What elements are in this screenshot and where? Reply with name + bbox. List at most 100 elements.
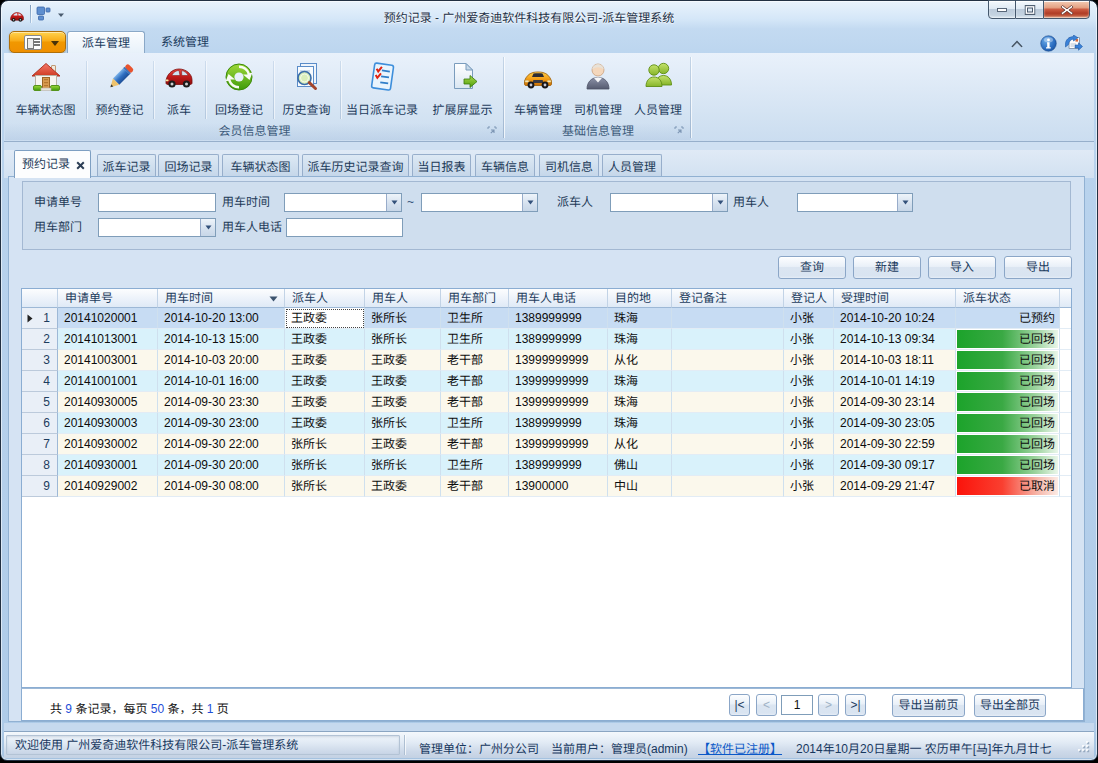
cell-destination[interactable]: 珠海 [608, 392, 672, 413]
column-header-phone[interactable]: 用车人电话 [509, 289, 608, 308]
ribbon-item-orange-car[interactable]: 车辆管理 [508, 59, 568, 125]
cell-registrar[interactable]: 小张 [784, 413, 834, 434]
page-first-button[interactable]: |< [729, 694, 750, 716]
doc-tab-0[interactable]: 预约记录 [14, 150, 91, 178]
cell-car_user[interactable]: 王政委 [365, 392, 441, 413]
cell-phone[interactable]: 13900000 [509, 476, 608, 497]
cell-request_no[interactable]: 20140930005 [58, 392, 158, 413]
page-next-button[interactable]: > [818, 694, 839, 716]
column-header-use_time[interactable]: 用车时间 [158, 289, 285, 308]
cell-status[interactable]: 已回场 [956, 371, 1060, 392]
column-header-accept_time[interactable]: 受理时间 [834, 289, 956, 308]
ribbon-item-recycle[interactable]: 回场登记 [205, 59, 273, 125]
cell-use_time[interactable]: 2014-09-30 23:30 [158, 392, 285, 413]
column-header-dispatcher[interactable]: 派车人 [285, 289, 365, 308]
cell-department[interactable]: 老干部 [441, 434, 509, 455]
dropdown-button[interactable] [386, 194, 401, 211]
cell-phone[interactable]: 1389999999 [509, 413, 608, 434]
request-no-input[interactable] [98, 193, 216, 212]
table-row[interactable]: 8 20140930001 2014-09-30 20:00 张所长 张所长 卫… [22, 455, 1071, 476]
column-header-request_no[interactable]: 申请单号 [58, 289, 158, 308]
cell-department[interactable]: 老干部 [441, 392, 509, 413]
cell-remark[interactable] [672, 329, 784, 350]
cell-request_no[interactable]: 20140930002 [58, 434, 158, 455]
tab-close-button[interactable] [76, 161, 85, 170]
ribbon-item-doc-search[interactable]: 历史查询 [273, 59, 340, 125]
cell-use_time[interactable]: 2014-09-30 23:00 [158, 413, 285, 434]
ribbon-tab-1[interactable]: 系统管理 [147, 31, 223, 53]
table-row[interactable]: 5 20140930005 2014-09-30 23:30 王政委 王政委 老… [22, 392, 1071, 413]
cell-remark[interactable] [672, 308, 784, 329]
cell-use_time[interactable]: 2014-09-30 22:00 [158, 434, 285, 455]
cell-phone[interactable]: 13999999999 [509, 392, 608, 413]
ribbon-item-house[interactable]: 车辆状态图 [5, 59, 86, 125]
cell-destination[interactable]: 从化 [608, 350, 672, 371]
cell-department[interactable]: 卫生所 [441, 455, 509, 476]
cell-department[interactable]: 老干部 [441, 476, 509, 497]
dropdown-button[interactable] [200, 219, 215, 236]
close-button[interactable] [1043, 0, 1090, 19]
dropdown-button[interactable] [897, 194, 912, 211]
cell-status[interactable]: 已回场 [956, 413, 1060, 434]
cell-request_no[interactable]: 20140929002 [58, 476, 158, 497]
ribbon-item-driver[interactable]: 司机管理 [568, 59, 628, 125]
cell-registrar[interactable]: 小张 [784, 455, 834, 476]
cell-destination[interactable]: 从化 [608, 434, 672, 455]
cell-phone[interactable]: 1389999999 [509, 308, 608, 329]
cell-department[interactable]: 老干部 [441, 371, 509, 392]
cell-phone[interactable]: 13999999999 [509, 434, 608, 455]
cell-accept_time[interactable]: 2014-10-01 14:19 [834, 371, 956, 392]
cell-phone[interactable]: 13999999999 [509, 371, 608, 392]
cell-registrar[interactable]: 小张 [784, 476, 834, 497]
cell-status[interactable]: 已回场 [956, 434, 1060, 455]
cell-accept_time[interactable]: 2014-09-30 23:14 [834, 392, 956, 413]
cell-car_user[interactable]: 张所长 [365, 308, 441, 329]
cell-accept_time[interactable]: 2014-09-30 22:59 [834, 434, 956, 455]
column-header-destination[interactable]: 目的地 [608, 289, 672, 308]
table-row[interactable]: 7 20140930002 2014-09-30 22:00 张所长 王政委 老… [22, 434, 1071, 455]
table-row[interactable]: 6 20140930003 2014-09-30 23:00 王政委 张所长 卫… [22, 413, 1071, 434]
cell-use_time[interactable]: 2014-10-01 16:00 [158, 371, 285, 392]
logout-button[interactable] [1064, 35, 1083, 52]
cell-use_time[interactable]: 2014-09-30 08:00 [158, 476, 285, 497]
cell-remark[interactable] [672, 434, 784, 455]
table-row[interactable]: 1 20141020001 2014-10-20 13:00 王政委 张所长 卫… [22, 308, 1071, 329]
cell-destination[interactable]: 珠海 [608, 308, 672, 329]
page-prev-button[interactable]: < [756, 694, 777, 716]
cell-request_no[interactable]: 20140930001 [58, 455, 158, 476]
quick-access-button[interactable] [36, 6, 68, 23]
cell-status[interactable]: 已回场 [956, 455, 1060, 476]
cell-car_user[interactable]: 张所长 [365, 329, 441, 350]
cell-status[interactable]: 已回场 [956, 350, 1060, 371]
cell-car_user[interactable]: 张所长 [365, 455, 441, 476]
cell-department[interactable]: 卫生所 [441, 413, 509, 434]
column-header-registrar[interactable]: 登记人 [784, 289, 834, 308]
cell-department[interactable]: 老干部 [441, 350, 509, 371]
cell-accept_time[interactable]: 2014-10-03 18:11 [834, 350, 956, 371]
department-dropdown[interactable] [98, 218, 216, 237]
cell-use_time[interactable]: 2014-10-03 20:00 [158, 350, 285, 371]
cell-request_no[interactable]: 20140930003 [58, 413, 158, 434]
doc-tab-5[interactable]: 当日报表 [412, 154, 471, 178]
new-button[interactable]: 新建 [853, 256, 921, 279]
cell-use_time[interactable]: 2014-10-20 13:00 [158, 308, 285, 329]
doc-tab-2[interactable]: 回场记录 [158, 154, 219, 178]
cell-remark[interactable] [672, 350, 784, 371]
license-link[interactable]: 【软件已注册】 [698, 739, 782, 756]
minimize-button[interactable] [988, 0, 1016, 19]
cell-accept_time[interactable]: 2014-09-30 23:05 [834, 413, 956, 434]
ribbon-item-pencil[interactable]: 预约登记 [86, 59, 153, 125]
cell-use_time[interactable]: 2014-09-30 20:00 [158, 455, 285, 476]
ribbon-item-red-car[interactable]: 派车 [153, 59, 205, 125]
car-user-dropdown[interactable] [797, 193, 913, 212]
page-last-button[interactable]: >| [845, 694, 866, 716]
ribbon-collapse-button[interactable] [1010, 38, 1024, 49]
cell-car_user[interactable]: 王政委 [365, 476, 441, 497]
doc-tab-3[interactable]: 车辆状态图 [222, 154, 299, 178]
cell-phone[interactable]: 1389999999 [509, 455, 608, 476]
doc-tab-6[interactable]: 车辆信息 [475, 154, 535, 178]
cell-car_user[interactable]: 王政委 [365, 350, 441, 371]
ribbon-item-page-arrow[interactable]: 扩展屏显示 [424, 59, 501, 125]
cell-request_no[interactable]: 20141003001 [58, 350, 158, 371]
ribbon-item-checklist[interactable]: 当日派车记录 [340, 59, 424, 125]
